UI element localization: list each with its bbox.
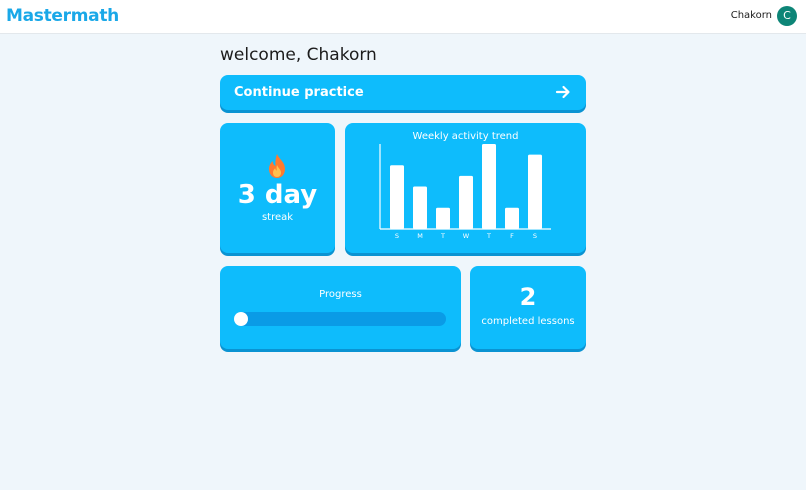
chart-tick-label-5: F xyxy=(510,232,514,240)
progress-title: Progress xyxy=(319,289,362,300)
completed-lessons-label: completed lessons xyxy=(481,316,575,327)
app-logo[interactable]: Mastermath xyxy=(6,6,119,26)
chart-bar-1 xyxy=(413,186,427,229)
progress-card: Progress xyxy=(220,266,461,349)
streak-value: 3 day xyxy=(237,180,318,210)
continue-practice-label: Continue practice xyxy=(234,85,364,100)
chart-tick-label-1: M xyxy=(417,232,423,240)
weekly-activity-card: Weekly activity trend SMTWTFS xyxy=(345,123,586,253)
fire-icon xyxy=(269,154,285,178)
page-title: welcome, Chakorn xyxy=(220,45,377,65)
completed-lessons-count: 2 xyxy=(519,283,537,311)
avatar[interactable]: C xyxy=(777,6,797,26)
streak-card: 3 day streak xyxy=(220,123,335,253)
chart-bar-6 xyxy=(528,154,542,229)
top-bar: Mastermath Chakorn C xyxy=(0,0,806,34)
chart-bar-4 xyxy=(482,144,496,229)
chart-bar-0 xyxy=(390,165,404,229)
chart-tick-label-6: S xyxy=(533,232,537,240)
chart-tick-label-3: W xyxy=(463,232,470,240)
weekly-activity-chart: SMTWTFS xyxy=(379,144,551,240)
chart-tick-label-4: T xyxy=(486,232,491,240)
progress-bar xyxy=(234,312,446,326)
chart-tick-label-2: T xyxy=(440,232,445,240)
streak-label: streak xyxy=(261,212,294,223)
chart-bar-2 xyxy=(436,207,450,229)
continue-practice-button[interactable]: Continue practice xyxy=(220,75,586,110)
completed-lessons-card: 2 completed lessons xyxy=(470,266,586,349)
chart-bar-3 xyxy=(459,175,473,229)
chart-tick-label-0: S xyxy=(395,232,399,240)
chart-bar-5 xyxy=(505,207,519,229)
user-name[interactable]: Chakorn xyxy=(731,10,772,21)
arrow-right-icon xyxy=(555,85,570,99)
progress-indicator xyxy=(234,312,248,326)
